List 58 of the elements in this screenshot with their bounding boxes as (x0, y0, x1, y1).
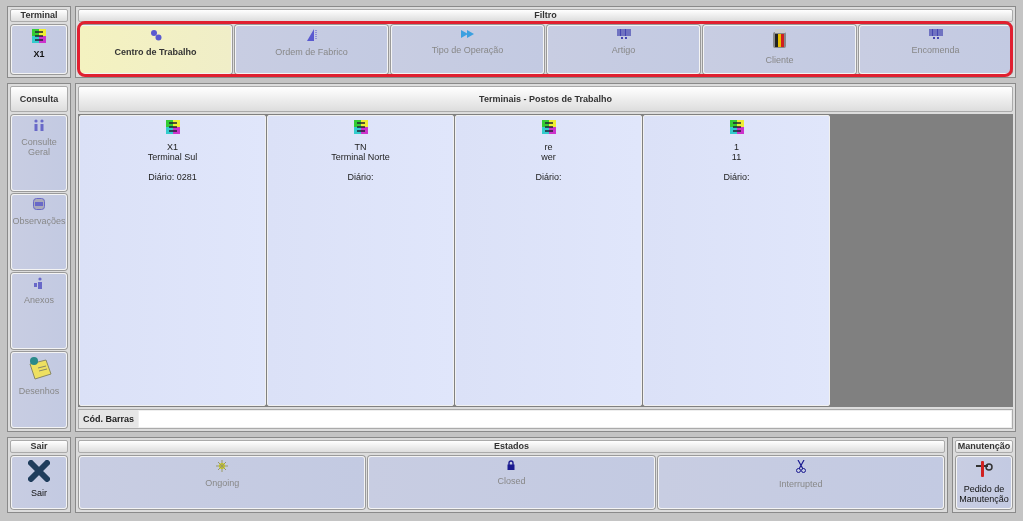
arrow-icon (460, 29, 475, 39)
exit-button[interactable]: Sair (11, 456, 67, 509)
tools-icon (975, 460, 993, 478)
filter-tab[interactable]: Cliente (703, 25, 856, 74)
terminal-code: TN (354, 142, 367, 152)
barcode-icon (928, 29, 943, 39)
grid-icon (353, 120, 368, 134)
terminal-card[interactable]: X1 Terminal Sul Diário: 0281 (79, 115, 266, 406)
terminal-card[interactable]: 1 11 Diário: (643, 115, 830, 406)
close-icon (28, 460, 50, 482)
gears-icon (149, 29, 162, 41)
state-button[interactable]: Interrupted (657, 456, 944, 509)
terminal-card[interactable]: TN Terminal Norte Diário: (267, 115, 454, 406)
terminal-name: Terminal Norte (331, 152, 390, 162)
grid-icon (165, 120, 180, 134)
lock-icon (507, 460, 516, 470)
panel-header: Terminais - Postos de Trabalho (78, 86, 1013, 112)
diario-label: Diário: 0281 (148, 172, 197, 182)
bucket-icon (771, 29, 788, 49)
monitor-icon (33, 198, 45, 210)
filter-tab[interactable]: Encomenda (859, 25, 1012, 74)
grid-icon (729, 120, 744, 134)
people-icon (33, 119, 45, 131)
terminal-name: wer (541, 152, 556, 162)
terminal-name: Terminal Sul (147, 152, 198, 162)
panel-header: Manutenção (955, 440, 1013, 453)
side-button[interactable]: Consulte Geral (11, 115, 67, 191)
grid-icon (32, 29, 46, 43)
panel-header: Consulta (10, 86, 68, 112)
person-icon (33, 277, 45, 289)
state-button[interactable]: Closed (368, 456, 655, 509)
side-button[interactable]: Desenhos (11, 352, 67, 428)
terminal-code: X1 (167, 142, 178, 152)
diario-label: Diário: (535, 172, 562, 182)
filter-tab[interactable]: Artigo (547, 25, 700, 74)
panel-header: Terminal (10, 9, 68, 22)
panel-header: Sair (10, 440, 68, 453)
diario-label: Diário: (347, 172, 374, 182)
notepad-icon (26, 356, 52, 380)
barcode-icon (616, 29, 631, 39)
terminal-button[interactable]: X1 (11, 25, 67, 74)
terminal-code: 1 (734, 142, 739, 152)
diario-label: Diário: (723, 172, 750, 182)
scissors-icon (795, 460, 806, 473)
sun-icon (216, 460, 229, 472)
ruler-icon (305, 29, 318, 41)
side-button[interactable]: Observações (11, 194, 67, 270)
maintenance-button[interactable]: Pedido de Manutenção (956, 456, 1012, 509)
filter-tab[interactable]: Ordem de Fabrico (235, 25, 388, 74)
grid-icon (541, 120, 556, 134)
panel-header: Estados (78, 440, 945, 453)
side-button[interactable]: Anexos (11, 273, 67, 349)
terminal-code: re (544, 142, 553, 152)
filter-tab[interactable]: Tipo de Operação (391, 25, 544, 74)
terminal-name: 11 (731, 152, 742, 162)
terminal-card[interactable]: re wer Diário: (455, 115, 642, 406)
filter-tab[interactable]: Centro de Trabalho (79, 25, 232, 74)
state-button[interactable]: Ongoing (79, 456, 366, 509)
